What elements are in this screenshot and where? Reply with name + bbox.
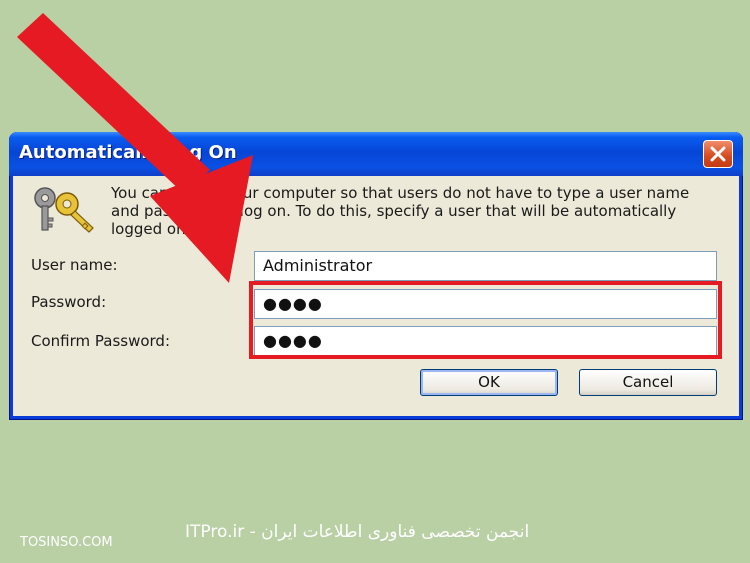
- keys-icon: [34, 187, 94, 233]
- close-button[interactable]: [703, 140, 733, 168]
- intro-text: You can set up your computer so that use…: [111, 184, 690, 238]
- dialog-title: Automatically Log On: [19, 142, 237, 163]
- user-name-label: User name:: [31, 256, 118, 274]
- footer-site-tosinso: TOSINSO.COM: [20, 535, 113, 550]
- ok-button[interactable]: OK: [420, 369, 558, 396]
- dialog-body: You can set up your computer so that use…: [13, 176, 739, 416]
- password-highlight-box: [249, 281, 722, 359]
- confirm-password-label: Confirm Password:: [31, 332, 171, 350]
- cancel-button[interactable]: Cancel: [579, 369, 717, 396]
- footer-site-itpro: ITPro.ir - انجمن تخصصی فناوری اطلاعات ای…: [185, 522, 530, 542]
- close-icon: [710, 146, 726, 162]
- title-bar[interactable]: Automatically Log On: [9, 132, 743, 176]
- user-name-field[interactable]: Administrator: [254, 251, 717, 281]
- auto-logon-dialog: Automatically Log On You can set up your…: [9, 132, 743, 420]
- password-label: Password:: [31, 293, 107, 311]
